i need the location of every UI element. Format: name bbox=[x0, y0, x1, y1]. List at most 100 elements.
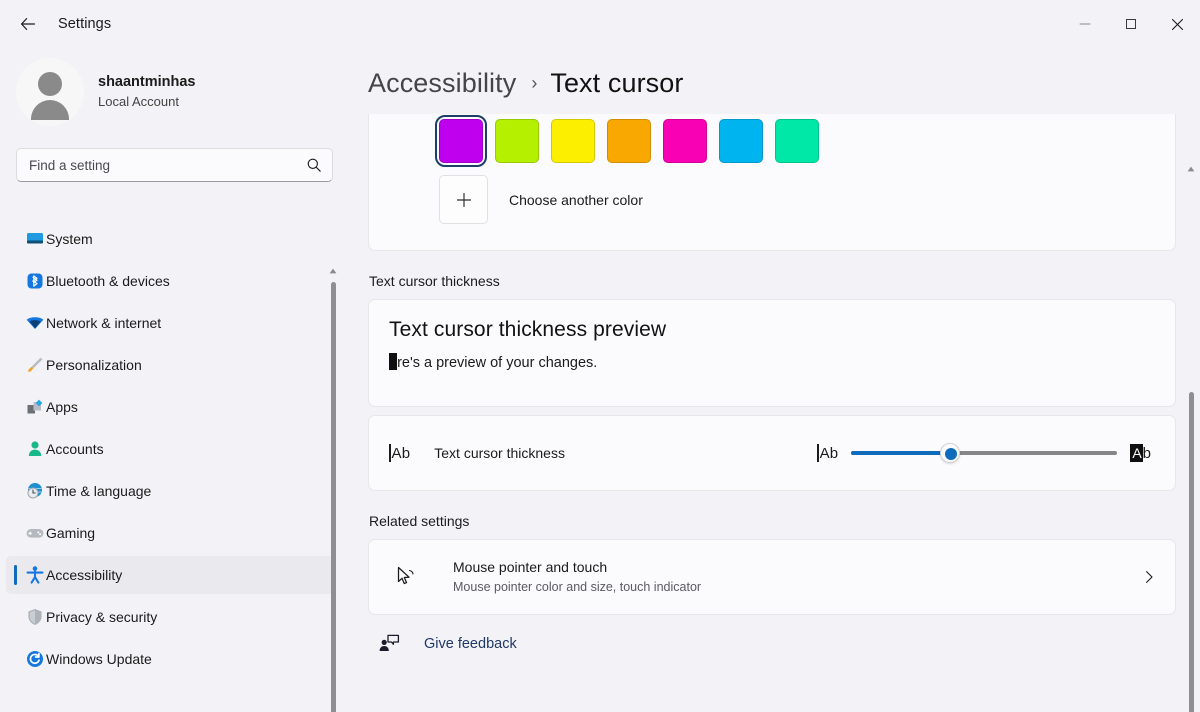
choose-another-color-button[interactable] bbox=[439, 175, 488, 224]
color-swatch-magenta[interactable] bbox=[663, 119, 707, 163]
gamepad-icon bbox=[24, 522, 46, 544]
color-swatch-yellow-green[interactable] bbox=[495, 119, 539, 163]
related-settings-heading: Related settings bbox=[369, 513, 1200, 529]
sidebar-scrollbar[interactable] bbox=[326, 264, 340, 712]
plus-icon bbox=[454, 190, 474, 210]
main-content: Accessibility › Text cursor bbox=[348, 48, 1200, 712]
sidebar-item-system[interactable]: System bbox=[6, 220, 336, 258]
sidebar-item-windows-update[interactable]: Windows Update bbox=[6, 640, 336, 678]
thickness-slider-label: Text cursor thickness bbox=[434, 445, 817, 461]
avatar bbox=[16, 58, 84, 126]
related-setting-title: Mouse pointer and touch bbox=[453, 559, 607, 575]
maximize-button[interactable] bbox=[1108, 0, 1154, 48]
sidebar-item-label: Gaming bbox=[46, 525, 95, 541]
related-setting-text: Mouse pointer and touch Mouse pointer co… bbox=[453, 558, 1141, 596]
sidebar-item-privacy-security[interactable]: Privacy & security bbox=[6, 598, 336, 636]
profile-name: shaantminhas bbox=[98, 73, 196, 92]
content-scrollbar[interactable] bbox=[1184, 162, 1198, 712]
text-cursor-thickness-heading: Text cursor thickness bbox=[369, 273, 1200, 289]
app-title: Settings bbox=[58, 16, 111, 32]
sidebar-item-personalization[interactable]: Personalization bbox=[6, 346, 336, 384]
color-swatch-purple[interactable] bbox=[439, 119, 483, 163]
sidebar-item-bluetooth-devices[interactable]: Bluetooth & devices bbox=[6, 262, 336, 300]
sidebar-item-time-language[interactable]: Time & language bbox=[6, 472, 336, 510]
minimize-icon bbox=[1079, 18, 1091, 30]
color-swatch-cyan[interactable] bbox=[719, 119, 763, 163]
wifi-icon bbox=[24, 312, 46, 334]
caret-bar bbox=[817, 444, 819, 462]
monitor-icon bbox=[24, 228, 46, 250]
settings-window: Settings bbox=[0, 0, 1200, 712]
glyph-text: Ab bbox=[392, 445, 411, 462]
choose-another-color-label: Choose another color bbox=[509, 192, 643, 208]
minimize-button[interactable] bbox=[1062, 0, 1108, 48]
give-feedback-link[interactable]: Give feedback bbox=[424, 636, 517, 652]
maximize-icon bbox=[1125, 18, 1137, 30]
swatch-fill bbox=[775, 119, 819, 163]
sidebar-item-label: Windows Update bbox=[46, 651, 152, 667]
sidebar-item-label: Time & language bbox=[46, 483, 151, 499]
person-icon bbox=[24, 438, 46, 460]
color-swatch-spring-green[interactable] bbox=[775, 119, 819, 163]
accessibility-person-icon bbox=[24, 564, 46, 586]
breadcrumb: Accessibility › Text cursor bbox=[368, 62, 1200, 104]
preview-body: ere's a preview of your changes. bbox=[389, 353, 597, 371]
window-controls bbox=[1062, 0, 1200, 48]
scroll-up-arrow-icon[interactable] bbox=[326, 264, 340, 278]
color-swatch-row bbox=[369, 114, 1175, 163]
close-icon bbox=[1171, 18, 1184, 31]
bluetooth-icon bbox=[24, 270, 46, 292]
sidebar-item-label: Apps bbox=[46, 399, 78, 415]
thickness-slider-card: Ab Text cursor thickness Ab Ab bbox=[368, 415, 1176, 491]
close-button[interactable] bbox=[1154, 0, 1200, 48]
sidebar-item-label: Privacy & security bbox=[46, 609, 157, 625]
sidebar-item-apps[interactable]: Apps bbox=[6, 388, 336, 426]
sidebar-item-label: Accessibility bbox=[46, 567, 122, 583]
preview-title: Text cursor thickness preview bbox=[389, 318, 1175, 342]
slider-thumb[interactable] bbox=[940, 443, 960, 463]
sidebar-item-network-internet[interactable]: Network & internet bbox=[6, 304, 336, 342]
thick-caret-letter: A bbox=[1130, 444, 1142, 462]
sidebar-item-label: Bluetooth & devices bbox=[46, 273, 170, 289]
sidebar-nav-list: System Bluetooth & devices bbox=[0, 216, 348, 712]
text-cursor-color-card: Choose another color bbox=[368, 114, 1176, 251]
glyph-text: Ab bbox=[820, 445, 839, 462]
preview-body-text: ere's a preview of your changes. bbox=[389, 355, 597, 371]
choose-another-color-row[interactable]: Choose another color bbox=[369, 163, 1175, 224]
color-swatch-yellow[interactable] bbox=[551, 119, 595, 163]
swatch-fill bbox=[663, 119, 707, 163]
apps-icon bbox=[24, 396, 46, 418]
thickness-slider[interactable] bbox=[851, 443, 1117, 463]
color-swatch-orange[interactable] bbox=[607, 119, 651, 163]
breadcrumb-parent-link[interactable]: Accessibility bbox=[368, 68, 516, 99]
settings-scroll-area: Choose another color Text cursor thickne… bbox=[348, 114, 1200, 712]
related-setting-mouse-pointer-and-touch[interactable]: Mouse pointer and touch Mouse pointer co… bbox=[368, 539, 1176, 615]
search-icon bbox=[306, 157, 322, 173]
page-title: Text cursor bbox=[550, 68, 683, 99]
slider-fill bbox=[851, 451, 949, 455]
scrollbar-thumb[interactable] bbox=[1189, 392, 1194, 712]
thin-cursor-glyph-icon: Ab bbox=[389, 444, 410, 462]
sidebar-item-label: System bbox=[46, 231, 93, 247]
give-feedback-row[interactable]: Give feedback bbox=[376, 631, 546, 657]
sidebar-item-label: Accounts bbox=[46, 441, 104, 457]
sidebar-item-accessibility[interactable]: Accessibility bbox=[6, 556, 336, 594]
chevron-right-icon bbox=[1141, 569, 1157, 585]
selection-indicator bbox=[14, 565, 17, 585]
scrollbar-thumb[interactable] bbox=[331, 282, 336, 712]
sidebar-item-label: Personalization bbox=[46, 357, 142, 373]
swatch-fill bbox=[719, 119, 763, 163]
search-box[interactable] bbox=[16, 148, 333, 182]
user-profile[interactable]: shaantminhas Local Account bbox=[16, 58, 348, 126]
thickness-preview-card: Text cursor thickness preview ere's a pr… bbox=[368, 299, 1176, 407]
avatar-head-icon bbox=[38, 72, 62, 96]
search-input[interactable] bbox=[29, 158, 306, 173]
scroll-up-arrow-icon[interactable] bbox=[1184, 162, 1198, 176]
sidebar-item-gaming[interactable]: Gaming bbox=[6, 514, 336, 552]
sidebar-item-accounts[interactable]: Accounts bbox=[6, 430, 336, 468]
profile-text: shaantminhas Local Account bbox=[98, 73, 196, 111]
swatch-fill bbox=[439, 119, 483, 163]
related-setting-subtitle: Mouse pointer color and size, touch indi… bbox=[453, 578, 1141, 596]
back-button[interactable] bbox=[10, 8, 46, 40]
paintbrush-icon bbox=[24, 354, 46, 376]
